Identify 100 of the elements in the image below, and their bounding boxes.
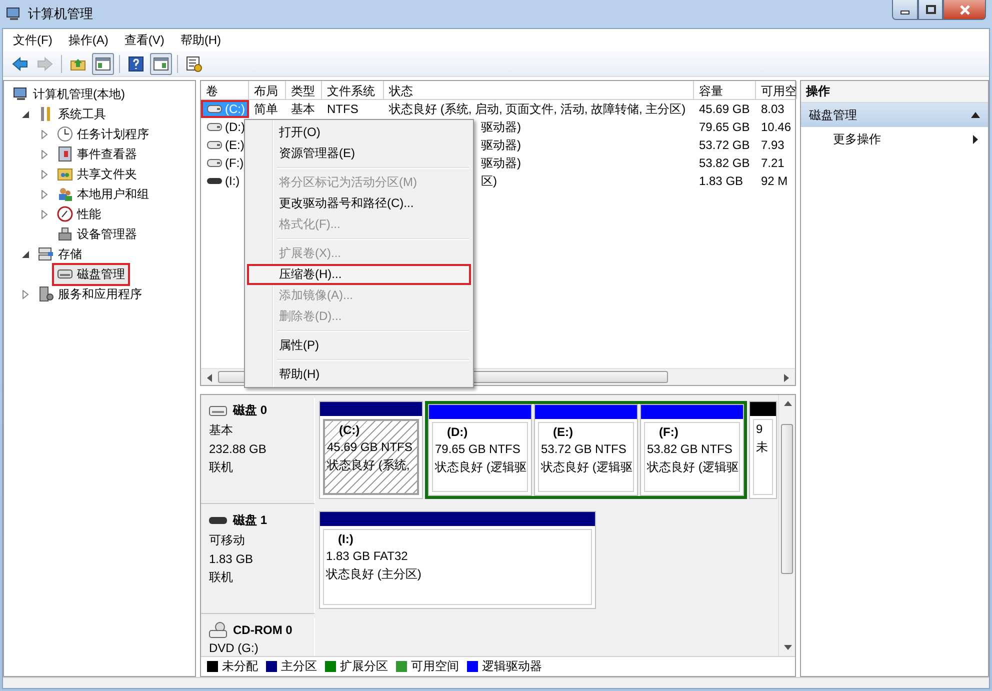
column-header[interactable]: 卷 — [201, 81, 249, 99]
menu-item[interactable]: 压缩卷(H)... — [247, 264, 471, 285]
tree-item[interactable]: 本地用户和组 — [52, 182, 154, 206]
column-header[interactable]: 可用空 — [756, 81, 797, 99]
maximize-button[interactable] — [918, 0, 943, 20]
menu-item[interactable]: 属性(P) — [247, 335, 471, 356]
table-cell: 基本 — [291, 102, 315, 116]
partition-label: (D:) — [446, 425, 469, 439]
minimize-button[interactable] — [892, 0, 918, 20]
computer-icon — [13, 86, 29, 102]
table-cell: 驱动器) — [481, 154, 521, 172]
collapsed-icon[interactable] — [40, 170, 49, 178]
column-header[interactable]: 类型 — [286, 81, 322, 99]
table-cell: 8.03 — [761, 102, 784, 116]
table-cell: 状态良好 (系统, 启动, 页面文件, 活动, 故障转储, 主分区) — [389, 100, 686, 118]
volume-cell[interactable]: (F:) — [201, 154, 249, 172]
menu-item[interactable]: 文件(F) — [5, 30, 60, 50]
partition[interactable]: 9 未 — [749, 401, 777, 499]
partition-size: 9 — [756, 422, 764, 436]
table-cell: 45.69 GB — [699, 102, 750, 116]
disk-size: 1.83 GB — [209, 552, 254, 566]
tree-item[interactable]: 服务和应用程序 — [33, 282, 147, 306]
tree-item[interactable]: 计算机管理(本地) — [8, 82, 130, 106]
forward-arrow-icon — [37, 56, 53, 70]
partition-label: (E:) — [552, 425, 574, 439]
table-cell: 79.65 GB — [699, 120, 750, 134]
drive-icon — [209, 517, 227, 524]
collapse-icon[interactable] — [971, 112, 980, 118]
partition[interactable]: (C:) 45.69 GB NTFS 状态良好 (系统, — [319, 401, 423, 499]
partition[interactable]: (D:) 79.65 GB NTFS 状态良好 (逻辑驱 — [428, 404, 532, 496]
drive-icon — [207, 123, 222, 131]
back-arrow-icon — [12, 56, 28, 70]
menu-item[interactable]: 更改驱动器号和路径(C)... — [247, 193, 471, 214]
toolbar-button[interactable] — [92, 52, 114, 74]
actions-section[interactable]: 磁盘管理 — [801, 103, 988, 127]
toolbar-button[interactable] — [150, 52, 172, 74]
disk-info[interactable]: 磁盘 0 基本 232.88 GB 联机 — [201, 398, 315, 504]
pane-icon — [95, 56, 111, 70]
tree-item[interactable]: 任务计划程序 — [52, 122, 154, 146]
vertical-scrollbar[interactable] — [778, 395, 795, 656]
scroll-right-icon[interactable] — [784, 374, 790, 382]
expanded-icon[interactable] — [21, 250, 30, 258]
column-header[interactable]: 布局 — [249, 81, 286, 99]
table-cell: 7.93 — [761, 138, 784, 152]
collapsed-icon[interactable] — [40, 130, 49, 138]
partition[interactable]: (F:) 53.82 GB NTFS 状态良好 (逻辑驱 — [640, 404, 744, 496]
close-button[interactable] — [943, 0, 986, 20]
table-cell: 1.83 GB — [699, 174, 744, 188]
disk-info[interactable]: 磁盘 1 可移动 1.83 GB 联机 — [201, 508, 315, 614]
tree-item[interactable]: 存储 — [33, 242, 87, 266]
disk-name: 磁盘 0 — [233, 402, 268, 419]
tree-item[interactable]: 设备管理器 — [52, 222, 142, 246]
drive-icon — [207, 141, 222, 149]
column-header[interactable]: 状态 — [384, 81, 694, 99]
menu-item[interactable]: 资源管理器(E) — [247, 143, 471, 164]
tree-item[interactable]: 共享文件夹 — [52, 162, 142, 186]
expanded-icon[interactable] — [21, 110, 30, 118]
partition-label: (C:) — [338, 423, 361, 437]
gauge-icon — [57, 206, 73, 222]
partition-status: 状态良好 (系统, — [327, 457, 411, 474]
column-header[interactable]: 容量 — [694, 81, 756, 99]
services-icon — [38, 286, 54, 302]
disk-type: 可移动 — [209, 532, 246, 549]
table-cell: NTFS — [327, 102, 358, 116]
legend-label: 可用空间 — [411, 658, 459, 675]
column-header[interactable]: 文件系统 — [322, 81, 384, 99]
close-icon — [958, 4, 970, 14]
partition[interactable]: (E:) 53.72 GB NTFS 状态良好 (逻辑驱 — [534, 404, 638, 496]
partition-size: 53.72 GB NTFS — [541, 442, 628, 456]
tree-item[interactable]: 系统工具 — [33, 102, 111, 126]
disk-size: 232.88 GB — [209, 442, 268, 456]
log-icon — [57, 146, 73, 162]
scroll-up-icon[interactable] — [784, 401, 792, 406]
menu-item[interactable]: 查看(V) — [116, 30, 172, 50]
table-cell: 53.72 GB — [699, 138, 750, 152]
partition-status: 状态良好 (逻辑驱 — [647, 459, 737, 476]
volume-cell[interactable]: (E:) — [201, 136, 249, 154]
volume-cell[interactable]: (D:) — [201, 118, 249, 136]
disk-type: 基本 — [209, 422, 234, 439]
menu-item[interactable]: 帮助(H) — [172, 30, 229, 50]
partition-status: 状态良好 (逻辑驱 — [541, 459, 631, 476]
volume-cell[interactable]: (I:) — [201, 172, 249, 190]
collapsed-icon[interactable] — [40, 190, 49, 198]
tree-item[interactable]: 磁盘管理 — [52, 262, 130, 286]
menu-item[interactable]: 帮助(H) — [247, 364, 471, 385]
folder-up-icon — [70, 56, 86, 70]
partition[interactable]: (I:) 1.83 GB FAT32 状态良好 (主分区) — [319, 511, 596, 609]
table-cell: 简单 — [254, 102, 278, 116]
menu-item[interactable]: 打开(O) — [247, 122, 471, 143]
collapsed-icon[interactable] — [40, 150, 49, 158]
action-item[interactable]: 更多操作 — [801, 127, 988, 151]
tree-item[interactable]: 事件查看器 — [52, 142, 142, 166]
menu-item[interactable]: 操作(A) — [60, 30, 116, 50]
scroll-down-icon[interactable] — [784, 645, 792, 650]
scroll-left-icon[interactable] — [206, 374, 212, 382]
table-cell: 53.82 GB — [699, 156, 750, 170]
collapsed-icon[interactable] — [40, 210, 49, 218]
tree-item[interactable]: 性能 — [52, 202, 106, 226]
disk-name: 磁盘 1 — [233, 512, 268, 529]
collapsed-icon[interactable] — [21, 290, 30, 298]
